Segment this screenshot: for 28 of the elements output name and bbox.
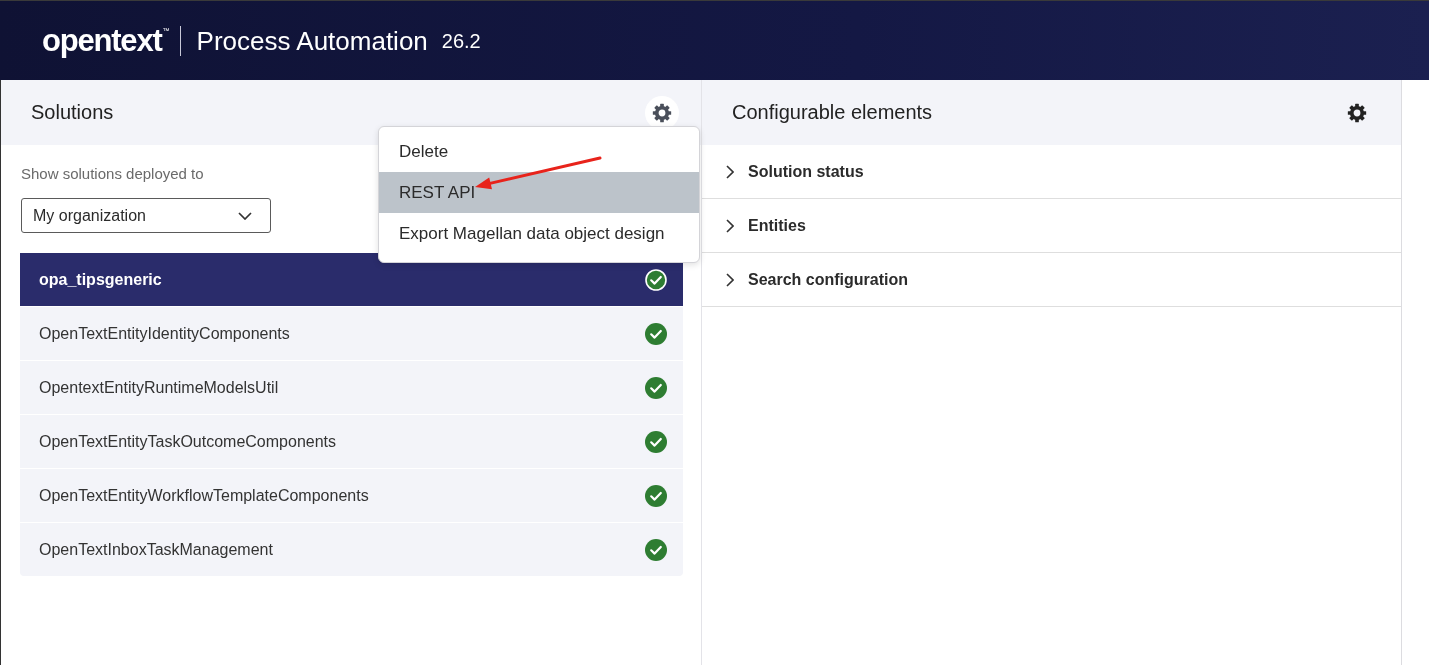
- version-label: 26.2: [441, 30, 481, 51]
- chevron-right-icon: [726, 164, 734, 179]
- check-circle-icon: [645, 484, 667, 507]
- product-name: Process Automation: [196, 27, 428, 54]
- menu-item[interactable]: REST API: [379, 172, 699, 213]
- solution-list-item[interactable]: OpentextEntityRuntimeModelsUtil: [20, 361, 683, 414]
- check-circle-icon: [645, 376, 667, 399]
- panel-title: Solutions: [31, 101, 114, 124]
- chevron-down-icon: [238, 211, 252, 220]
- menu-item[interactable]: Delete: [379, 131, 699, 172]
- brand-logo: opentext$^{™}$: [42, 25, 170, 56]
- solution-list-item[interactable]: opa_tipsgeneric: [20, 253, 683, 306]
- solution-list-item[interactable]: OpenTextEntityTaskOutcomeComponents: [20, 415, 683, 468]
- check-circle-icon: [645, 268, 667, 291]
- check-circle-icon: [645, 430, 667, 453]
- solution-list-item[interactable]: OpenTextEntityWorkflowTemplateComponents: [20, 469, 683, 522]
- chevron-right-icon: [726, 272, 734, 287]
- filter-label: Show solutions deployed to: [21, 165, 204, 182]
- solution-list-item[interactable]: OpenTextEntityIdentityComponents: [20, 307, 683, 360]
- menu-item[interactable]: Export Magellan data object design: [379, 213, 699, 254]
- chevron-right-icon: [726, 218, 734, 233]
- organization-dropdown[interactable]: My organization: [21, 198, 271, 233]
- settings-icon: [1347, 102, 1367, 123]
- settings-icon: [652, 102, 672, 123]
- check-circle-icon: [645, 538, 667, 561]
- solution-list-item[interactable]: OpenTextInboxTaskManagement: [20, 523, 683, 576]
- check-circle-icon: [645, 322, 667, 345]
- panel-title: Configurable elements: [732, 101, 933, 124]
